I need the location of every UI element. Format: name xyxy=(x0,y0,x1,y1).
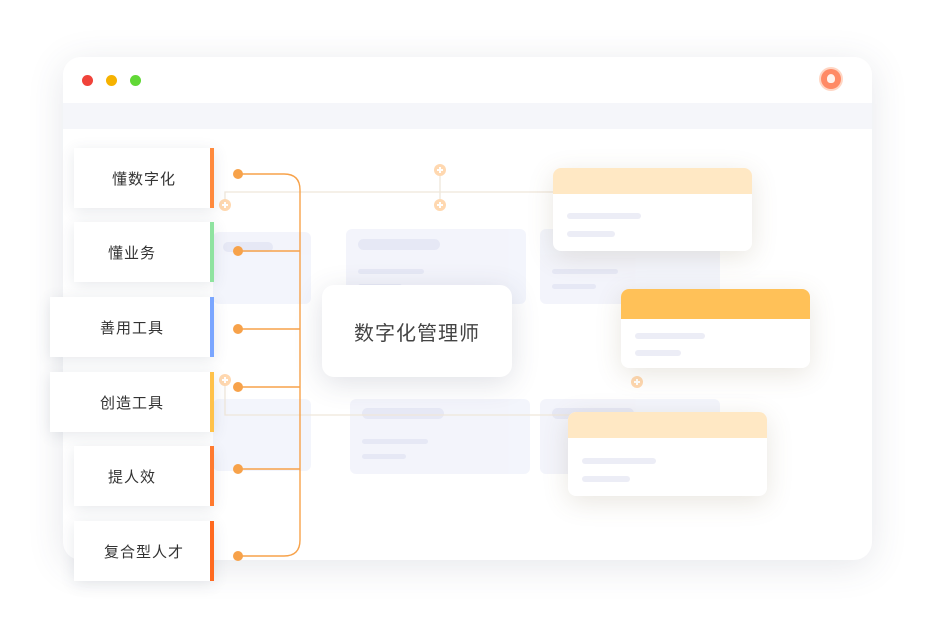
skill-label: 提人效 xyxy=(107,467,156,486)
skill-label: 懂业务 xyxy=(107,243,156,262)
skill-accent-bar xyxy=(210,372,214,432)
skill-label: 懂数字化 xyxy=(111,169,176,188)
info-card xyxy=(568,412,767,496)
center-node[interactable]: 数字化管理师 xyxy=(322,285,512,377)
skill-label: 善用工具 xyxy=(99,318,164,337)
skill-card-use-tools[interactable]: 善用工具 xyxy=(50,297,214,357)
add-node-icon[interactable] xyxy=(219,199,231,211)
skill-accent-bar xyxy=(210,148,214,208)
info-card-highlight xyxy=(621,289,810,368)
connector-node xyxy=(233,324,243,334)
top-tree-line xyxy=(224,191,555,205)
add-node-icon[interactable] xyxy=(631,376,643,388)
connector-node xyxy=(233,169,243,179)
connector-node xyxy=(233,246,243,256)
add-node-icon[interactable] xyxy=(434,199,446,211)
center-node-label: 数字化管理师 xyxy=(354,320,480,345)
skill-card-create-tools[interactable]: 创造工具 xyxy=(50,372,214,432)
skill-card-composite-talent[interactable]: 复合型人才 xyxy=(74,521,214,581)
skill-label: 复合型人才 xyxy=(103,542,184,561)
skill-card-digital[interactable]: 懂数字化 xyxy=(74,148,214,208)
skill-accent-bar xyxy=(210,521,214,581)
skill-card-business[interactable]: 懂业务 xyxy=(74,222,214,282)
skill-card-efficiency[interactable]: 提人效 xyxy=(74,446,214,506)
connector-node xyxy=(233,382,243,392)
bracket-line xyxy=(238,173,301,557)
skill-accent-bar xyxy=(210,222,214,282)
skill-accent-bar xyxy=(210,446,214,506)
info-card xyxy=(553,168,752,251)
add-node-icon[interactable] xyxy=(434,164,446,176)
connector-node xyxy=(233,551,243,561)
add-node-icon[interactable] xyxy=(219,374,231,386)
connector-node xyxy=(233,464,243,474)
skill-accent-bar xyxy=(210,297,214,357)
skill-label: 创造工具 xyxy=(99,393,164,412)
bottom-tree-line xyxy=(224,380,570,416)
